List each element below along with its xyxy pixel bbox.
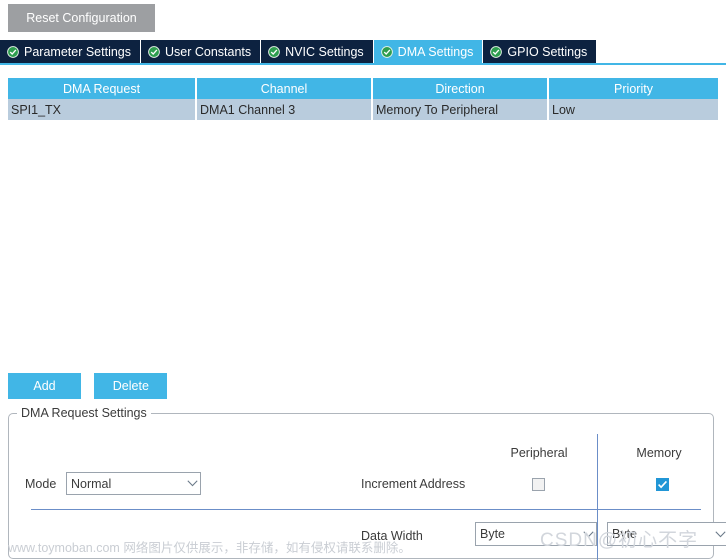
toolbar: Reset Configuration [0, 0, 726, 40]
tab-nvic-settings[interactable]: NVIC Settings [261, 40, 374, 63]
chevron-down-icon [712, 523, 726, 545]
data-width-label: Data Width [361, 529, 423, 543]
vertical-divider [597, 434, 598, 560]
check-circle-icon [490, 45, 507, 58]
table-actions: Add Delete [8, 373, 168, 399]
chevron-down-icon [184, 473, 200, 494]
tab-label: Parameter Settings [24, 44, 131, 59]
chevron-down-icon [580, 523, 596, 545]
tab-label: User Constants [165, 44, 252, 59]
tab-label: NVIC Settings [285, 44, 364, 59]
tab-dma-settings[interactable]: DMA Settings [373, 40, 484, 63]
table-column-header[interactable]: DMA Request [8, 78, 197, 99]
table-column-header[interactable]: Priority [548, 78, 718, 99]
reset-configuration-button[interactable]: Reset Configuration [8, 4, 155, 32]
tab-parameter-settings[interactable]: Parameter Settings [0, 40, 141, 63]
table-header-row: DMA Request Channel Direction Priority [8, 78, 718, 99]
tab-gpio-settings[interactable]: GPIO Settings [483, 40, 598, 63]
memory-column-header: Memory [636, 446, 682, 460]
increment-address-memory-checkbox[interactable] [656, 478, 669, 491]
table-column-header[interactable]: Channel [196, 78, 373, 99]
check-circle-icon [268, 45, 285, 58]
table-cell: SPI1_TX [8, 99, 197, 120]
table-cell: Low [548, 99, 718, 120]
check-circle-icon [148, 45, 165, 58]
tab-underline [0, 63, 726, 65]
peripheral-column-header: Peripheral [510, 446, 568, 460]
data-width-memory-value: Byte [612, 527, 638, 541]
table-column-header[interactable]: Direction [372, 78, 549, 99]
tab-label: GPIO Settings [507, 44, 588, 59]
check-circle-icon [380, 45, 398, 58]
dma-request-table: DMA Request Channel Direction Priority SPI1… [8, 78, 718, 120]
data-width-peripheral-value: Byte [480, 527, 506, 541]
table-cell: DMA1 Channel 3 [196, 99, 373, 120]
mode-label: Mode [25, 477, 57, 491]
mode-select[interactable]: Normal [66, 472, 201, 495]
tab-user-constants[interactable]: User Constants [141, 40, 262, 63]
increment-address-peripheral-checkbox[interactable] [532, 478, 545, 491]
add-button[interactable]: Add [8, 373, 81, 399]
table-row[interactable]: SPI1_TX DMA1 Channel 3 Memory To Periphera… [8, 99, 718, 120]
mode-select-value: Normal [71, 476, 112, 491]
tab-label: DMA Settings [397, 44, 474, 59]
table-cell: Memory To Peripheral [372, 99, 549, 120]
data-width-memory-select[interactable]: Byte [607, 522, 726, 546]
check-circle-icon [7, 45, 24, 58]
horizontal-divider [31, 509, 701, 510]
tab-bar: Parameter Settings User Constants NVIC Set… [0, 40, 726, 65]
dma-request-settings-group: DMA Request Settings Peripheral Memory M… [8, 406, 726, 560]
increment-address-label: Increment Address [361, 477, 466, 491]
data-width-peripheral-select[interactable]: Byte [475, 522, 597, 546]
delete-button[interactable]: Delete [94, 373, 168, 399]
